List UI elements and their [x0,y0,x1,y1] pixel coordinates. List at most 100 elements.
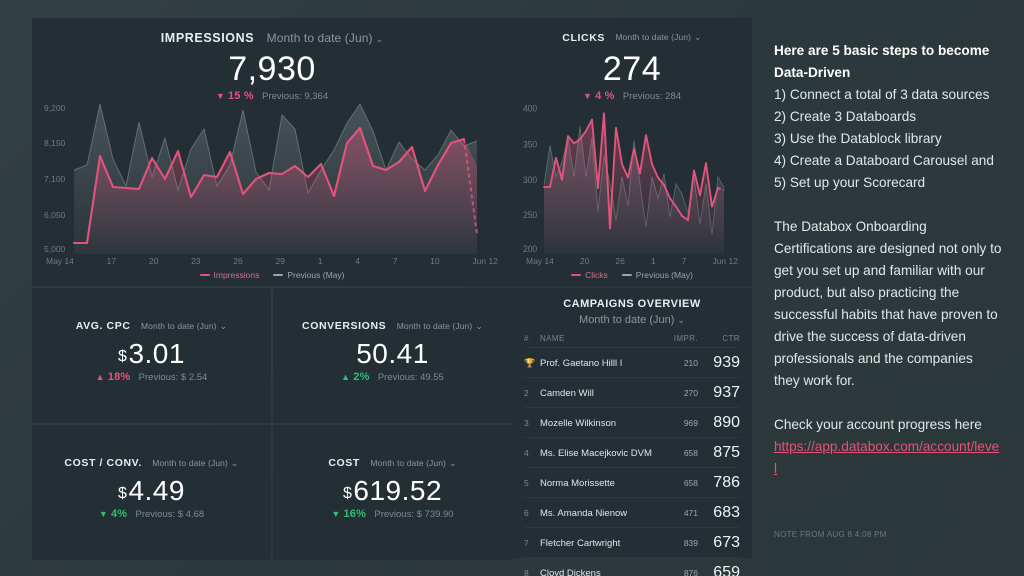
clicks-ytick-3: 350 [523,139,537,149]
tile-conversions-value: 50.41 [356,339,429,368]
clicks-xtick-0: May 14 [526,256,554,266]
clicks-ytick-0: 200 [523,244,537,254]
impressions-ytick-0: 5,000 [44,244,66,254]
impressions-delta-row: ▼ 15 % Previous: 9,364 [42,90,502,102]
tile-avg-cpc-delta-row: ▲ 18% Previous: $ 2.54 [95,370,208,383]
impressions-xaxis: May 14 17 20 23 26 29 1 4 7 10 Jun 12 [42,254,502,266]
tile-conversions-date-range-selector[interactable]: Month to date (Jun) ⌄ [397,321,483,332]
left-column: IMPRESSIONS Month to date (Jun) ⌄ 7,930 ▼… [32,18,512,560]
note-step-4: 4) Create a Databoard Carousel and [774,153,994,168]
legend-swatch-icon [273,273,284,276]
tile-conversions-title: CONVERSIONS [302,320,387,333]
arrow-down-icon: ▼ [331,508,341,519]
arrow-up-icon: ▲ [95,371,105,382]
dashboard-root: IMPRESSIONS Month to date (Jun) ⌄ 7,930 ▼… [0,0,1024,576]
clicks-panel: CLICKS Month to date (Jun) ⌄ 274 ▼ 4 % Pre… [512,18,752,286]
note-cta: Check your account progress here [774,417,982,432]
impressions-date-range-selector[interactable]: Month to date (Jun) ⌄ [267,32,384,44]
tile-conversions-number: 50.41 [356,338,429,370]
impressions-legend: Impressions Previous (May) [42,266,502,280]
tile-cost-per-conv-date-range-selector[interactable]: Month to date (Jun) ⌄ [152,458,238,469]
column-header-impressions[interactable]: IMPR. [658,334,698,348]
chevron-down-icon: ⌄ [475,320,483,331]
tile-cost-number: 619.52 [353,475,443,507]
tile-cost-per-conv-value: $4.49 [118,476,185,505]
chevron-down-icon: ⌄ [219,320,228,331]
legend-item-previous[interactable]: Previous (May) [621,270,693,280]
tile-cost-per-conv-previous: Previous: $ 4.68 [135,508,205,520]
row-ctr: 786 [698,467,740,498]
tile-avg-cpc-delta-value: 18% [107,370,131,383]
column-header-rank[interactable]: # [524,334,540,348]
tile-cost-per-conv-delta-value: 4% [110,507,128,520]
impressions-xtick-3: 23 [191,255,201,266]
row-ctr: 683 [698,497,740,528]
clicks-header: CLICKS Month to date (Jun) ⌄ 274 ▼ 4 % Pre… [522,30,742,102]
row-name: Cloyd Dickens [540,557,658,576]
clicks-value: 274 [602,50,662,88]
middle-column: CLICKS Month to date (Jun) ⌄ 274 ▼ 4 % Pre… [512,18,752,576]
tile-conversions: CONVERSIONS Month to date (Jun) ⌄ 50.41 ▲… [273,287,512,423]
impressions-xtick-4: 26 [233,255,243,266]
tile-cost-delta-row: ▼ 16% Previous: $ 739.90 [331,508,453,520]
row-rank: 5 [524,467,540,498]
impressions-xtick-6: 1 [317,255,323,266]
campaigns-table: # NAME IMPR. CTR 🏆 Prof. Gaetano Hilll I… [524,334,740,576]
note-link[interactable]: https://app.databox.com/account/level [774,439,999,476]
table-row[interactable]: 7 Fletcher Cartwright 839 673 [524,527,740,558]
tile-cost-delta: ▼ 16% [331,508,369,520]
row-impressions: 876 [658,557,698,576]
tile-avg-cpc-currency: $ [118,348,128,366]
table-row[interactable]: 3 Mozelle Wilkinson 969 890 [524,407,740,438]
legend-item-previous[interactable]: Previous (May) [273,270,344,280]
table-row[interactable]: 5 Norma Morissette 658 786 [524,467,740,498]
row-name: Ms. Amanda Nienow [540,497,658,528]
impressions-xtick-8: 7 [392,255,398,266]
table-row[interactable]: 6 Ms. Amanda Nienow 471 683 [524,497,740,528]
clicks-date-range-selector[interactable]: Month to date (Jun) ⌄ [615,33,701,42]
chevron-down-icon: ⌄ [677,315,685,325]
tile-cost-title: COST [328,457,360,470]
legend-label-previous: Previous (May) [635,270,693,280]
row-impressions: 969 [658,407,698,438]
tile-cost-date-range-selector[interactable]: Month to date (Jun) ⌄ [370,458,456,469]
table-row[interactable]: 2 Camden Will 270 937 [524,377,740,408]
legend-label-previous: Previous (May) [287,269,345,280]
row-impressions: 658 [658,467,698,498]
tile-avg-cpc-date-range-selector[interactable]: Month to date (Jun) ⌄ [141,321,227,332]
tile-cost-per-conv-number: 4.49 [128,475,185,507]
tile-cost-per-conv-title: COST / CONV. [64,457,142,470]
impressions-xtick-1: 17 [106,255,117,266]
column-header-ctr[interactable]: CTR [698,334,740,348]
campaigns-date-range-selector[interactable]: Month to date (Jun) ⌄ [524,314,740,326]
row-rank: 8 [524,557,540,576]
table-row[interactable]: 🏆 Prof. Gaetano Hilll I 210 939 [524,347,740,378]
table-row[interactable]: 4 Ms. Elise Macejkovic DVM 658 875 [524,437,740,468]
row-impressions: 658 [658,437,698,468]
tile-cost-per-conv-date-range-label: Month to date (Jun) [152,457,228,468]
note-paragraph: The Databox Onboarding Certifications ar… [774,219,1002,388]
clicks-ytick-2: 300 [523,174,537,184]
impressions-previous: Previous: 9,364 [262,90,329,102]
impressions-ytick-1: 6,050 [44,210,66,220]
legend-item-clicks[interactable]: Clicks [571,270,608,280]
impressions-ytick-3: 8,150 [44,138,66,148]
tile-avg-cpc-title: AVG. CPC [75,320,131,333]
legend-swatch-icon [571,274,582,276]
row-rank: 4 [524,437,540,468]
chevron-down-icon: ⌄ [448,457,457,468]
row-rank: 2 [524,377,540,408]
tile-conversions-previous: Previous: 49.55 [377,371,444,383]
tile-cost-value: $619.52 [343,476,442,505]
table-row[interactable]: 8 Cloyd Dickens 876 659 [524,557,740,576]
clicks-xaxis: May 14 20 26 1 7 Jun 12 [522,254,742,266]
legend-label-impressions: Impressions [213,269,260,280]
clicks-plot: 400 350 300 250 200 [522,104,742,254]
arrow-down-icon: ▼ [582,90,593,101]
note-panel: Here are 5 basic steps to become Data-Dr… [752,18,1024,558]
tile-cost-per-conv-currency: $ [118,485,128,503]
note-step-2: 2) Create 3 Databoards [774,109,917,124]
column-header-name[interactable]: NAME [540,334,658,348]
tile-cost-header: COST Month to date (Jun) ⌄ [328,454,456,472]
legend-item-impressions[interactable]: Impressions [199,269,260,280]
